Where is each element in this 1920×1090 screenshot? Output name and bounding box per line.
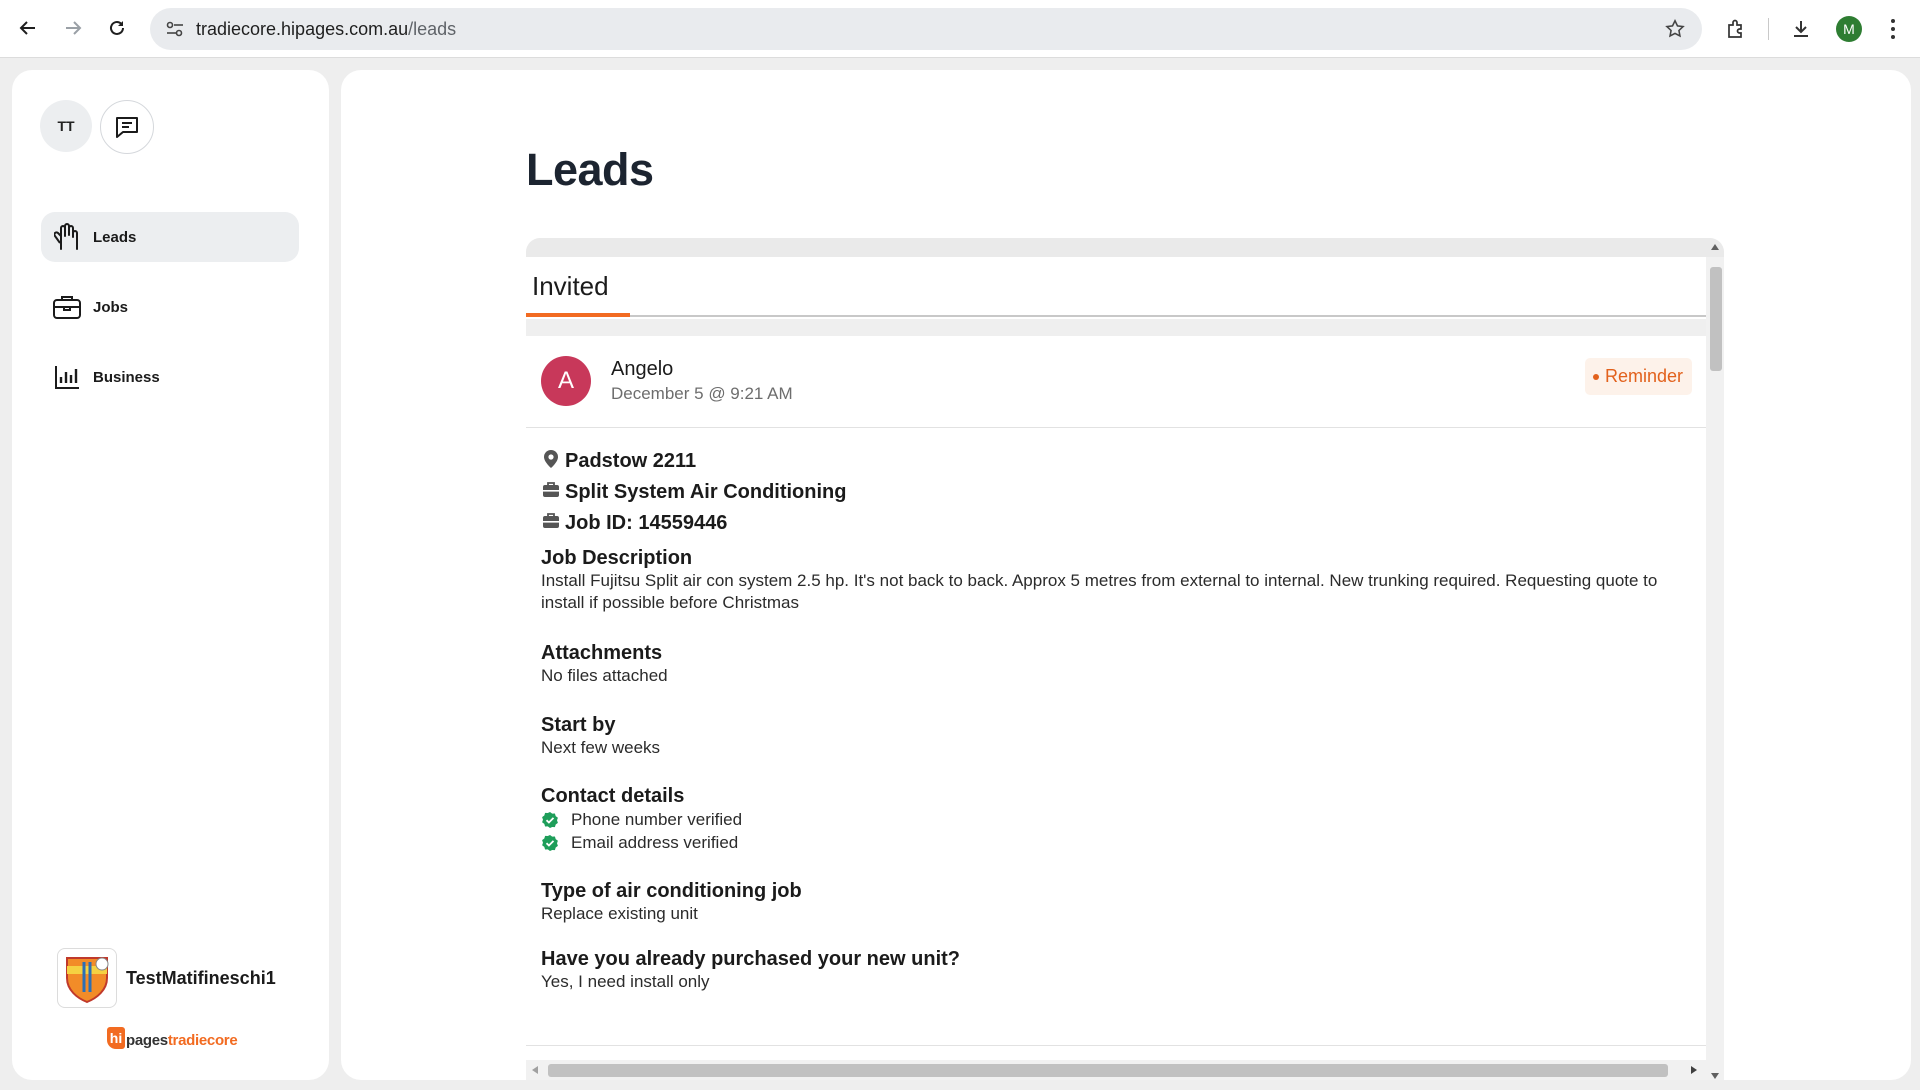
lead-name: Angelo <box>611 358 674 380</box>
status-dot <box>1592 373 1599 380</box>
section-heading: Start by <box>541 714 616 736</box>
section-heading: Type of air conditioning job <box>541 880 802 902</box>
tab-invited[interactable]: Invited <box>526 257 630 317</box>
lead-header[interactable]: A Angelo December 5 @ 9:21 AM Reminder <box>526 336 1706 428</box>
kebab-menu-icon[interactable] <box>1876 12 1910 46</box>
section-heading: Attachments <box>541 642 663 664</box>
toolbox-icon <box>541 510 561 532</box>
chat-icon <box>116 117 138 138</box>
attachments-text: No files attached <box>541 666 668 685</box>
sidebar: TT Leads Jobs Business TestMatifineschi1… <box>12 70 329 1080</box>
sidebar-item-label: Business <box>93 368 160 386</box>
url-text: tradiecore.hipages.com.au/leads <box>196 19 457 39</box>
section-heading: Have you already purchased your new unit… <box>541 948 961 970</box>
verified-check-icon <box>542 834 558 851</box>
reminder-badge[interactable]: Reminder <box>1584 358 1692 395</box>
email-verified-row: Email address verified <box>541 831 1691 854</box>
contact-details-section: Contact details Phone number verified Em… <box>541 784 1691 854</box>
extensions-icon[interactable] <box>1719 12 1753 46</box>
scroll-up-arrow[interactable] <box>1711 244 1719 250</box>
horizontal-scrollbar[interactable] <box>526 1060 1706 1080</box>
sidebar-item-label: Leads <box>93 228 137 246</box>
divider <box>526 1045 1706 1046</box>
sidebar-item-leads[interactable]: Leads <box>41 212 299 262</box>
job-description-text: Install Fujitsu Split air con system 2.5… <box>541 571 1658 612</box>
browser-toolbar: tradiecore.hipages.com.au/leads M <box>0 0 1920 58</box>
user-avatar[interactable]: TT <box>40 100 92 152</box>
scrollbar-thumb[interactable] <box>1710 267 1722 371</box>
site-settings-icon[interactable] <box>164 18 186 45</box>
download-icon[interactable] <box>1784 12 1818 46</box>
scroll-down-arrow[interactable] <box>1711 1073 1719 1079</box>
sidebar-item-business[interactable]: Business <box>41 352 299 402</box>
lead-category: Split System Air Conditioning <box>541 477 846 508</box>
reload-icon <box>110 20 124 35</box>
ac-job-type-section: Type of air conditioning job Replace exi… <box>541 879 1691 925</box>
lead-facts: Padstow 2211 Split System Air Conditioni… <box>541 446 846 539</box>
ac-job-type-text: Replace existing unit <box>541 904 698 923</box>
start-by-section: Start by Next few weeks <box>541 713 1691 759</box>
section-heading: Job Description <box>541 547 693 569</box>
business-profile[interactable]: TestMatifineschi1 <box>57 948 276 1008</box>
hipages-tradiecore-logo: hi pages tradiecore <box>107 1027 238 1049</box>
briefcase-icon <box>51 291 83 323</box>
leads-panel: Invited A Angelo December 5 @ 9:21 AM Re… <box>526 238 1724 1080</box>
vertical-scrollbar[interactable] <box>1706 244 1724 1080</box>
scrollbar-thumb[interactable] <box>548 1064 1668 1077</box>
lead-avatar: A <box>541 356 591 406</box>
arrow-right-icon <box>66 21 82 35</box>
bar-chart-icon <box>51 361 83 393</box>
bookmark-star-icon[interactable] <box>1664 18 1686 45</box>
phone-verified-row: Phone number verified <box>541 808 1691 831</box>
business-name: TestMatifineschi1 <box>126 967 276 988</box>
panel-header-strip <box>526 238 1724 257</box>
lead-job-id: Job ID: 14559446 <box>541 508 846 539</box>
profile-avatar[interactable]: M <box>1836 16 1862 42</box>
reload-button[interactable] <box>100 11 134 45</box>
hand-icon <box>51 221 83 253</box>
messages-button[interactable] <box>100 100 154 154</box>
unit-purchased-text: Yes, I need install only <box>541 972 710 991</box>
start-by-text: Next few weeks <box>541 738 661 757</box>
main-content: Leads Invited A Angelo December 5 @ 9:21… <box>341 70 1911 1080</box>
arrow-left-icon <box>19 21 35 35</box>
address-bar[interactable]: tradiecore.hipages.com.au/leads <box>150 8 1702 50</box>
page-title: Leads <box>526 144 654 195</box>
sidebar-item-label: Jobs <box>93 298 129 316</box>
verified-check-icon <box>542 811 558 828</box>
forward-button[interactable] <box>56 11 90 45</box>
job-description-section: Job Description Install Fujitsu Split ai… <box>541 546 1691 614</box>
location-pin-icon <box>541 448 561 470</box>
scroll-right-arrow[interactable] <box>1691 1066 1697 1074</box>
unit-purchased-section: Have you already purchased your new unit… <box>541 947 1691 993</box>
toolbox-icon <box>541 479 561 501</box>
sidebar-item-jobs[interactable]: Jobs <box>41 282 299 332</box>
business-logo <box>57 948 117 1008</box>
lead-date: December 5 @ 9:21 AM <box>611 384 793 403</box>
scroll-left-arrow[interactable] <box>532 1066 538 1074</box>
back-button[interactable] <box>11 11 45 45</box>
tabs-bar: Invited <box>526 257 1706 317</box>
toolbar-divider <box>1768 18 1769 40</box>
attachments-section: Attachments No files attached <box>541 641 1691 687</box>
section-heading: Contact details <box>541 785 685 807</box>
divider-strip <box>526 319 1706 336</box>
lead-location: Padstow 2211 <box>541 446 846 477</box>
